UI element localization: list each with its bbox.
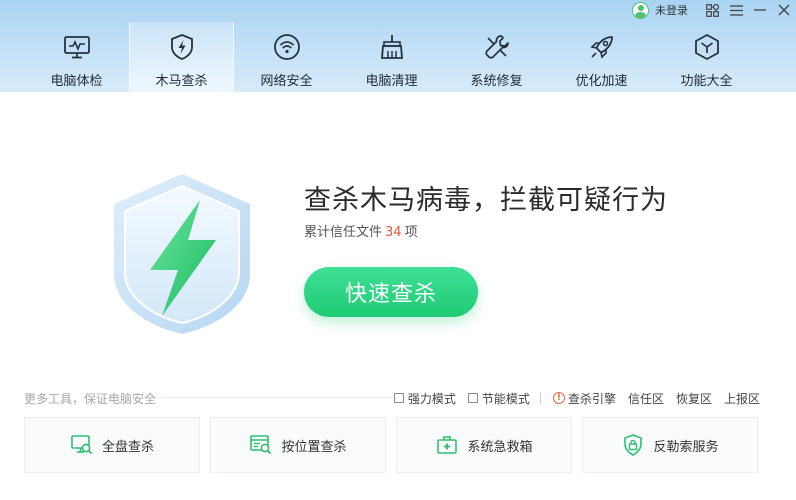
card-label: 按位置查杀 xyxy=(281,439,347,455)
card-label: 反勒索服务 xyxy=(653,439,719,455)
report-zone-link[interactable]: 上报区 xyxy=(724,390,760,407)
login-label: 未登录 xyxy=(655,4,688,17)
card-label: 全盘查杀 xyxy=(101,439,154,455)
shield-bolt-icon xyxy=(170,34,193,60)
nav-item-optimize-speed[interactable]: 优化加速 xyxy=(549,22,654,92)
close-button[interactable] xyxy=(772,0,796,20)
nav-label: 木马查杀 xyxy=(155,74,208,89)
nav-item-trojan-scan[interactable]: 木马查杀 xyxy=(129,22,234,92)
menu-button[interactable] xyxy=(724,0,748,20)
nav-item-pc-cleanup[interactable]: 电脑清理 xyxy=(339,22,444,92)
nav-label: 系统修复 xyxy=(470,74,523,89)
rocket-icon xyxy=(589,36,613,59)
section-divider xyxy=(162,397,394,398)
power-save-mode-label: 节能模式 xyxy=(481,391,530,406)
nav-item-network-security[interactable]: 网络安全 xyxy=(234,22,339,92)
nav-label: 电脑体检 xyxy=(50,74,103,89)
nav-label: 网络安全 xyxy=(260,74,313,89)
restore-zone-link[interactable]: 恢复区 xyxy=(676,390,712,407)
top-header: 未登录 电脑体检 木马查杀 网络安全 电脑清理 系统修复 优化加速 功能大全 xyxy=(0,0,796,92)
location-scan-card[interactable]: 按位置查杀 xyxy=(210,417,386,473)
avatar-icon xyxy=(632,1,649,19)
nav-label: 功能大全 xyxy=(680,74,733,89)
minimize-icon xyxy=(754,9,766,11)
broom-icon xyxy=(380,35,403,59)
full-scan-icon xyxy=(71,435,93,455)
trusted-files-count-link[interactable]: 34 xyxy=(385,225,402,240)
skin-button[interactable] xyxy=(700,0,724,20)
nav-item-system-repair[interactable]: 系统修复 xyxy=(444,22,549,92)
trusted-files-suffix: 项 xyxy=(404,225,418,240)
menu-icon xyxy=(729,4,743,16)
main-nav: 电脑体检 木马查杀 网络安全 电脑清理 系统修复 优化加速 功能大全 xyxy=(24,22,759,92)
card-label: 系统急救箱 xyxy=(467,439,533,455)
shield-bolt-illustration xyxy=(114,174,250,334)
minimize-button[interactable] xyxy=(748,0,772,20)
trust-zone-link[interactable]: 信任区 xyxy=(628,390,664,407)
strong-mode-checkbox[interactable]: 强力模式 xyxy=(393,390,456,407)
monitor-icon xyxy=(63,36,90,59)
scan-options: 强力模式 节能模式 ! 查杀引擎 信任区 恢复区 上报区 xyxy=(393,389,760,407)
wifi-icon xyxy=(273,34,300,60)
power-save-mode-checkbox[interactable]: 节能模式 xyxy=(467,390,530,407)
anti-ransom-shield-icon xyxy=(624,434,643,456)
location-scan-icon xyxy=(250,435,272,455)
tool-cards: 全盘查杀 按位置查杀 系统急救箱 反勒索服务 xyxy=(24,417,758,473)
nav-item-all-features[interactable]: 功能大全 xyxy=(654,22,759,92)
close-icon xyxy=(778,4,790,16)
first-aid-kit-card[interactable]: 系统急救箱 xyxy=(396,417,572,473)
nav-label: 电脑清理 xyxy=(365,74,418,89)
nav-item-pc-checkup[interactable]: 电脑体检 xyxy=(24,22,129,92)
tools-section-label: 更多工具，保证电脑安全 xyxy=(24,392,157,406)
trusted-files-prefix: 累计信任文件 xyxy=(304,225,383,240)
wrench-icon xyxy=(484,35,509,59)
trusted-files-summary: 累计信任文件 34 项 xyxy=(304,221,418,240)
nav-label: 优化加速 xyxy=(575,74,628,89)
scan-engine-label: 查杀引擎 xyxy=(567,391,616,406)
skin-icon xyxy=(705,3,719,17)
cube-icon xyxy=(694,34,719,60)
warning-icon: ! xyxy=(552,392,565,404)
strong-mode-label: 强力模式 xyxy=(407,391,456,406)
options-separator xyxy=(539,392,541,404)
checkbox-box xyxy=(393,393,404,403)
scan-engine-link[interactable]: ! 查杀引擎 xyxy=(552,390,616,407)
hero-title: 查杀木马病毒，拦截可疑行为 xyxy=(304,185,668,216)
login-button[interactable]: 未登录 xyxy=(632,1,688,19)
checkbox-box xyxy=(467,393,478,403)
quick-scan-button[interactable]: 快速查杀 xyxy=(304,267,478,317)
first-aid-icon xyxy=(437,436,458,454)
anti-ransomware-card[interactable]: 反勒索服务 xyxy=(582,417,758,473)
title-bar: 未登录 xyxy=(632,0,796,20)
full-scan-card[interactable]: 全盘查杀 xyxy=(24,417,200,473)
